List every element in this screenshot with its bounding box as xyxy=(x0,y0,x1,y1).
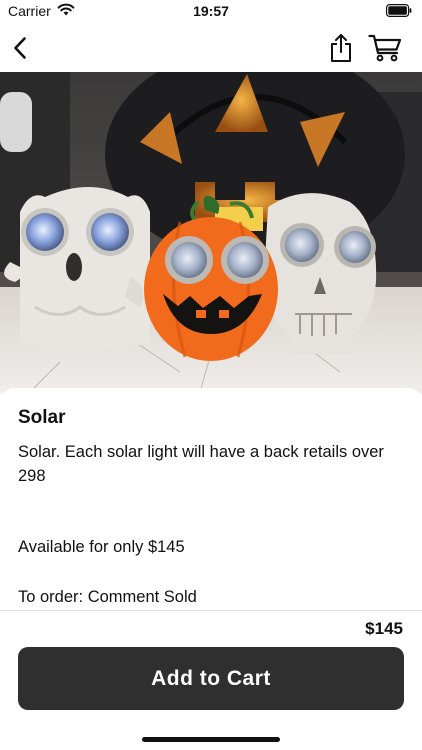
share-icon xyxy=(331,34,351,62)
share-button[interactable] xyxy=(326,32,356,64)
product-description: Solar. Each solar light will have a back… xyxy=(18,443,384,485)
navigation-bar xyxy=(0,24,422,72)
add-to-cart-button[interactable]: Add to Cart xyxy=(18,647,404,710)
chevron-left-icon xyxy=(14,37,26,59)
back-button[interactable] xyxy=(6,32,34,64)
product-title: Solar xyxy=(18,407,66,428)
home-indicator[interactable] xyxy=(142,737,280,742)
cart-button[interactable] xyxy=(366,32,404,64)
cart-icon xyxy=(368,34,402,62)
footer-price: $145 xyxy=(365,619,403,638)
purchase-footer: $145 Add to Cart xyxy=(0,610,422,750)
product-info-card: Solar Solar. Each solar light will have … xyxy=(0,388,422,610)
product-order-instructions: To order: Comment Sold xyxy=(18,588,197,606)
battery-icon xyxy=(386,4,412,20)
product-availability: Available for only $145 xyxy=(18,538,185,556)
status-time: 19:57 xyxy=(193,3,229,19)
product-image xyxy=(0,72,422,394)
status-bar: Carrier 19:57 xyxy=(0,0,422,24)
product-detail-screen: Carrier 19:57 Solar Solar. Each solar li… xyxy=(0,0,422,750)
